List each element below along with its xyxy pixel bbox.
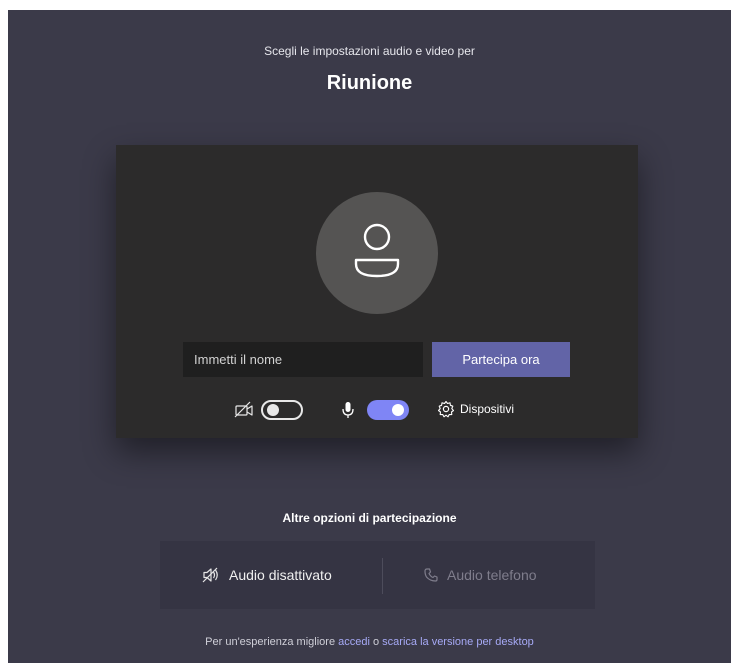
devices-button[interactable]: Dispositivi [437, 398, 537, 422]
other-join-options: Audio disattivato Audio telefono [160, 541, 595, 609]
media-controls: Dispositivi [116, 398, 638, 422]
options-divider [382, 558, 383, 594]
speaker-off-icon [202, 567, 218, 583]
footer-note: Per un'esperienza migliore accedi o scar… [8, 636, 731, 648]
page-subtitle: Scegli le impostazioni audio e video per [264, 44, 475, 58]
avatar [316, 192, 438, 314]
join-now-button[interactable]: Partecipa ora [432, 342, 570, 377]
meeting-title: Riunione [326, 72, 413, 94]
audio-off-option[interactable]: Audio disattivato [201, 541, 332, 609]
person-icon [354, 223, 400, 278]
gear-icon [437, 400, 455, 418]
audio-off-label: Audio disattivato [229, 567, 332, 583]
phone-icon [424, 568, 438, 582]
phone-audio-option[interactable]: Audio telefono [423, 541, 537, 609]
signin-link[interactable]: accedi [338, 636, 370, 648]
footer-or: o [372, 636, 380, 648]
other-options-title: Altre opzioni di partecipazione [282, 511, 457, 525]
video-preview-panel: Partecipa ora [116, 145, 638, 438]
camera-toggle[interactable] [261, 400, 303, 420]
camera-off-icon [234, 401, 253, 418]
name-input[interactable] [183, 342, 423, 377]
microphone-toggle-knob [392, 404, 404, 416]
camera-toggle-knob [267, 404, 279, 416]
microphone-icon [342, 402, 354, 418]
devices-label: Dispositivi [460, 402, 515, 416]
phone-audio-label: Audio telefono [447, 567, 537, 583]
prejoin-screen: Scegli le impostazioni audio e video per… [8, 10, 731, 663]
footer-text: Per un'esperienza migliore [205, 636, 336, 648]
microphone-toggle[interactable] [367, 400, 409, 420]
download-desktop-link[interactable]: scarica la versione per desktop [382, 636, 534, 648]
